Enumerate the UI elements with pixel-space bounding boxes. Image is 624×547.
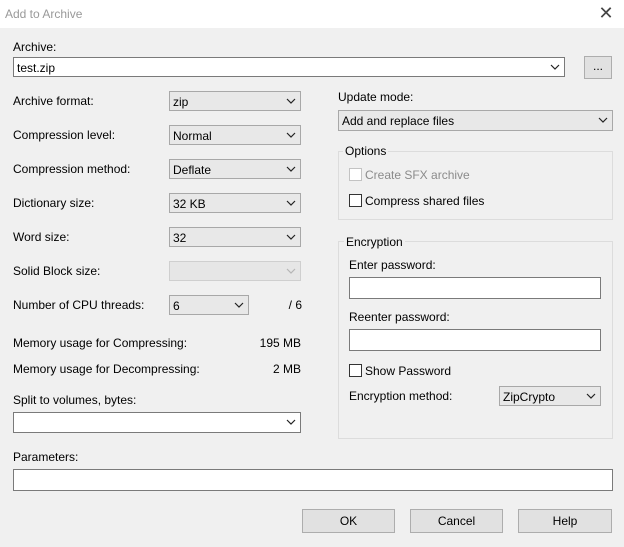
chevron-down-icon bbox=[286, 166, 296, 172]
show-password-checkbox[interactable] bbox=[349, 364, 362, 377]
memory-compress-value: 195 MB bbox=[259, 336, 301, 350]
reenter-password-field[interactable] bbox=[349, 329, 601, 351]
dictionary-size-select[interactable]: 32 KB bbox=[169, 193, 301, 213]
compression-method-value: Deflate bbox=[173, 163, 212, 177]
compression-level-select[interactable]: Normal bbox=[169, 125, 301, 145]
update-mode-value: Add and replace files bbox=[342, 114, 455, 128]
encryption-method-select[interactable]: ZipCrypto bbox=[499, 386, 601, 406]
word-size-label: Word size: bbox=[13, 230, 70, 244]
update-mode-label: Update mode: bbox=[338, 90, 414, 104]
archive-format-value: zip bbox=[173, 95, 189, 109]
solid-block-size-select bbox=[169, 261, 301, 281]
chevron-down-icon bbox=[286, 98, 296, 104]
split-volumes-combo[interactable] bbox=[13, 412, 301, 433]
memory-decompress-label: Memory usage for Decompressing: bbox=[13, 362, 200, 376]
update-mode-select[interactable]: Add and replace files bbox=[338, 110, 613, 131]
compression-method-select[interactable]: Deflate bbox=[169, 159, 301, 179]
chevron-down-icon bbox=[586, 393, 596, 399]
cpu-threads-select[interactable]: 6 bbox=[169, 295, 249, 315]
chevron-down-icon bbox=[234, 302, 244, 308]
compression-level-value: Normal bbox=[173, 129, 212, 143]
close-icon[interactable]: ✕ bbox=[596, 3, 616, 23]
solid-block-size-label: Solid Block size: bbox=[13, 264, 101, 278]
chevron-down-icon bbox=[286, 200, 296, 206]
archive-format-label: Archive format: bbox=[13, 94, 94, 108]
help-button[interactable]: Help bbox=[518, 509, 612, 533]
memory-compress-label: Memory usage for Compressing: bbox=[13, 336, 188, 350]
encryption-group-title: Encryption bbox=[344, 235, 405, 249]
parameters-label: Parameters: bbox=[13, 450, 79, 464]
compression-level-label: Compression level: bbox=[13, 128, 116, 142]
show-password-label: Show Password bbox=[365, 364, 452, 378]
encryption-method-label: Encryption method: bbox=[349, 389, 453, 403]
options-group-title: Options bbox=[343, 144, 389, 158]
word-size-value: 32 bbox=[173, 231, 187, 245]
chevron-down-icon bbox=[286, 234, 296, 240]
create-sfx-checkbox bbox=[349, 168, 362, 181]
chevron-down-icon bbox=[286, 132, 296, 138]
archive-format-select[interactable]: zip bbox=[169, 91, 301, 111]
enter-password-field[interactable] bbox=[349, 277, 601, 299]
archive-label: Archive: bbox=[13, 40, 57, 54]
chevron-down-icon bbox=[598, 117, 608, 123]
cpu-threads-total: / 6 bbox=[288, 298, 302, 312]
chevron-down-icon bbox=[550, 64, 560, 70]
enter-password-label: Enter password: bbox=[349, 258, 436, 272]
chevron-down-icon bbox=[286, 268, 296, 274]
title-bar: Add to Archive ✕ bbox=[0, 0, 624, 28]
word-size-select[interactable]: 32 bbox=[169, 227, 301, 247]
options-group bbox=[338, 151, 613, 220]
dictionary-size-label: Dictionary size: bbox=[13, 196, 95, 210]
chevron-down-icon bbox=[286, 419, 296, 425]
browse-button[interactable]: ... bbox=[584, 56, 612, 79]
memory-decompress-value: 2 MB bbox=[272, 362, 301, 376]
encryption-method-value: ZipCrypto bbox=[503, 390, 556, 404]
parameters-field[interactable] bbox=[13, 469, 613, 491]
compression-method-label: Compression method: bbox=[13, 162, 131, 176]
archive-path-value: test.zip bbox=[17, 61, 56, 75]
cpu-threads-value: 6 bbox=[173, 299, 180, 313]
cpu-threads-label: Number of CPU threads: bbox=[13, 298, 145, 312]
split-volumes-label: Split to volumes, bytes: bbox=[13, 393, 137, 407]
compress-shared-label: Compress shared files bbox=[365, 194, 485, 208]
reenter-password-label: Reenter password: bbox=[349, 310, 450, 324]
cancel-button[interactable]: Cancel bbox=[410, 509, 503, 533]
window-title: Add to Archive bbox=[5, 7, 83, 21]
archive-path-combo[interactable]: test.zip bbox=[13, 57, 565, 77]
compress-shared-checkbox[interactable] bbox=[349, 194, 362, 207]
dictionary-size-value: 32 KB bbox=[173, 197, 206, 211]
create-sfx-label: Create SFX archive bbox=[365, 168, 470, 182]
ok-button[interactable]: OK bbox=[302, 509, 395, 533]
